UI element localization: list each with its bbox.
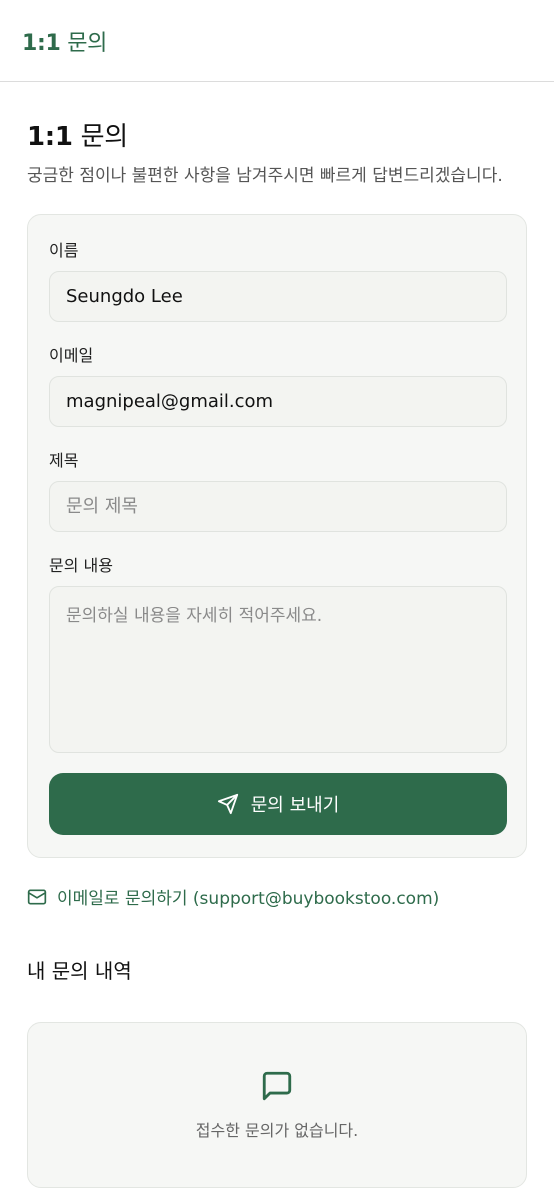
- top-bar: 1:1 문의: [0, 0, 554, 82]
- name-field-group: 이름: [49, 237, 507, 322]
- app-title-text: 문의: [67, 30, 108, 56]
- message-square-icon: [262, 1071, 292, 1101]
- app-title-num: 1:1: [22, 30, 61, 56]
- main-content: 1:1 문의 궁금한 점이나 불편한 사항을 남겨주시면 빠르게 답변드리겠습니…: [0, 116, 554, 1188]
- page-title: 1:1 문의: [27, 116, 527, 153]
- submit-button-label: 문의 보내기: [250, 795, 340, 816]
- email-input[interactable]: [49, 376, 507, 427]
- email-contact-label: 이메일로 문의하기 (support@buybookstoo.com): [57, 889, 440, 909]
- history-empty-state: 접수한 문의가 없습니다.: [27, 1022, 527, 1188]
- name-label: 이름: [49, 241, 79, 260]
- email-field-group: 이메일: [49, 342, 507, 427]
- email-contact-link[interactable]: 이메일로 문의하기 (support@buybookstoo.com): [27, 884, 527, 909]
- app-title: 1:1 문의: [22, 25, 107, 57]
- history-empty-text: 접수한 문의가 없습니다.: [195, 1121, 359, 1140]
- message-textarea[interactable]: [49, 586, 507, 753]
- email-label: 이메일: [49, 346, 94, 365]
- mail-icon: [27, 889, 47, 904]
- message-label: 문의 내용: [49, 556, 113, 575]
- page-subtitle: 궁금한 점이나 불편한 사항을 남겨주시면 빠르게 답변드리겠습니다.: [27, 166, 503, 186]
- message-field-group: 문의 내용: [49, 552, 507, 757]
- subject-input[interactable]: [49, 481, 507, 532]
- send-icon: [217, 793, 238, 815]
- history-section-title: 내 문의 내역: [27, 959, 132, 983]
- subject-field-group: 제목: [49, 447, 507, 532]
- page-title-num: 1:1: [27, 122, 73, 152]
- page-title-text: 문의: [80, 122, 129, 152]
- subject-label: 제목: [49, 451, 79, 470]
- name-input[interactable]: [49, 271, 507, 322]
- submit-button[interactable]: 문의 보내기: [49, 773, 507, 835]
- inquiry-form: 이름 이메일 제목 문의 내용 문의 보내기: [27, 214, 527, 858]
